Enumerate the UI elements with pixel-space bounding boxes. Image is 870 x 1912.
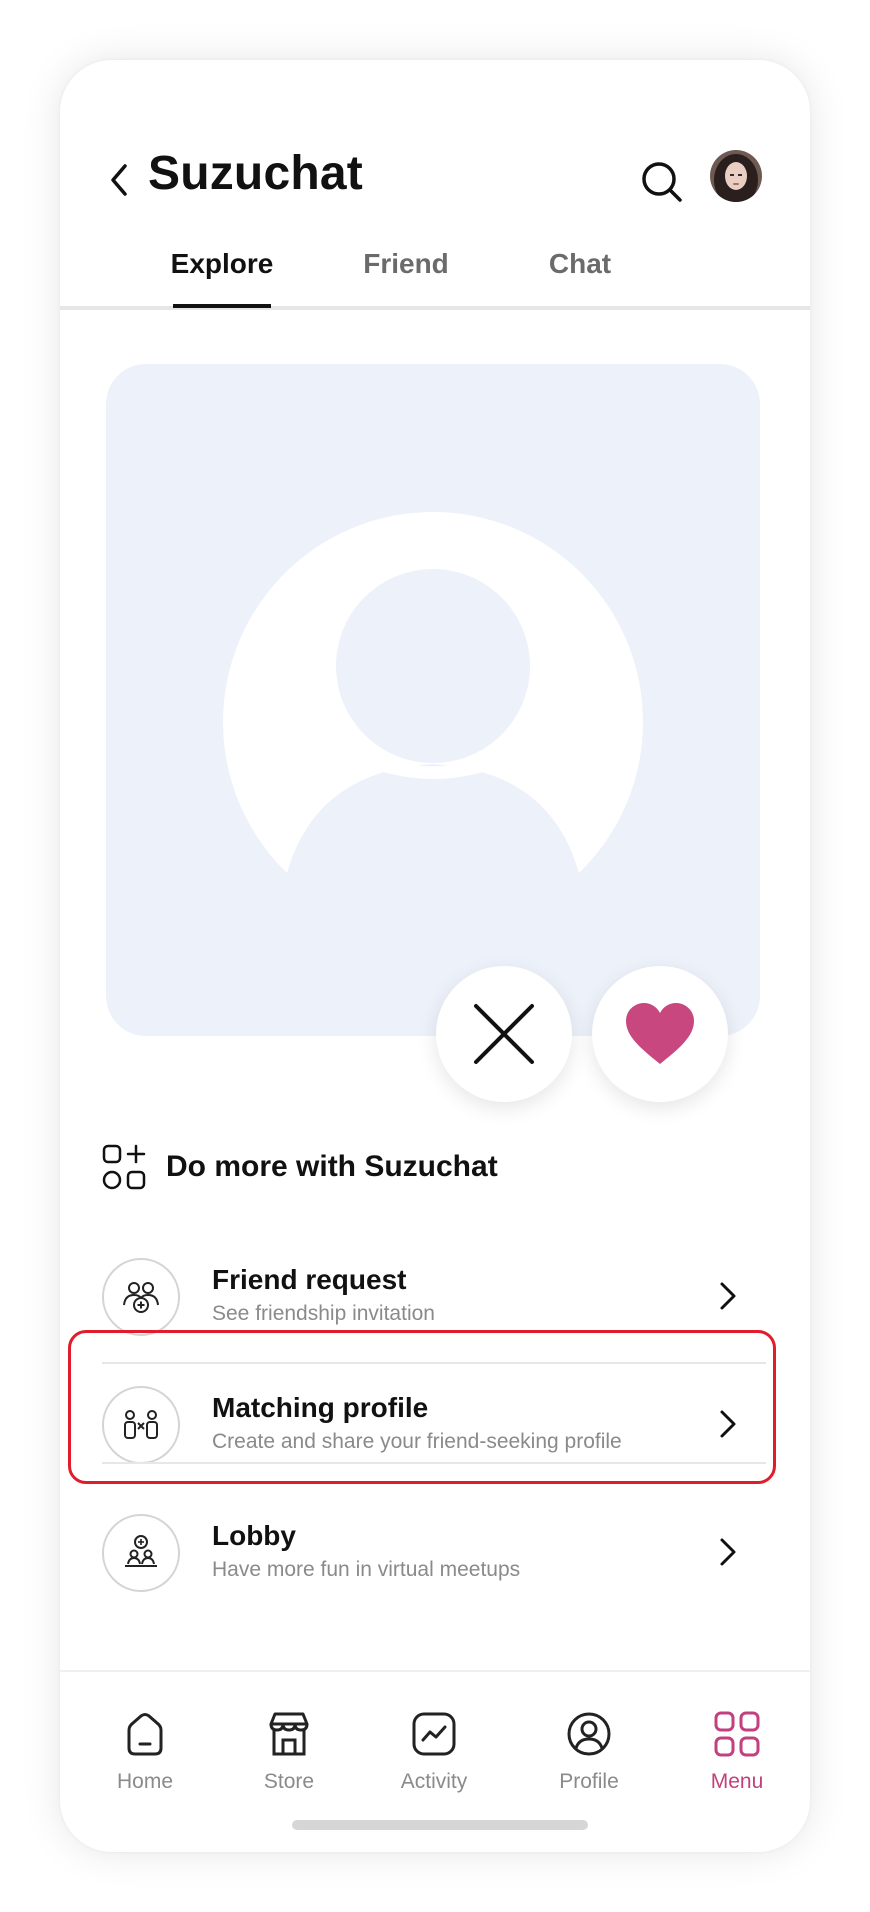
list-item-subtitle: Create and share your friend-seeking pro… [212, 1430, 622, 1453]
nav-label: Home [116, 1770, 174, 1793]
profile-icon [567, 1712, 611, 1756]
lobby-icon [102, 1514, 180, 1592]
nav-store[interactable]: Store [229, 1710, 349, 1794]
default-avatar-icon [223, 512, 643, 932]
chevron-right-icon [720, 1282, 736, 1310]
search-button[interactable] [634, 154, 690, 210]
nav-divider [60, 1670, 810, 1672]
apps-plus-icon [102, 1144, 148, 1190]
list-item-matching-profile[interactable]: Matching profile Create and share your f… [60, 1362, 810, 1490]
dislike-button[interactable] [436, 966, 572, 1102]
matching-profile-icon [102, 1386, 180, 1464]
like-button[interactable] [592, 966, 728, 1102]
tab-chat[interactable]: Chat [510, 248, 650, 280]
home-icon [127, 1713, 163, 1756]
page-title: Suzuchat [148, 147, 363, 200]
menu-grid-icon [714, 1711, 760, 1757]
chevron-left-icon [111, 164, 127, 196]
search-icon [642, 162, 682, 202]
activity-icon [412, 1712, 456, 1756]
home-indicator[interactable] [292, 1820, 588, 1830]
nav-label: Profile [559, 1770, 619, 1793]
store-icon [269, 1712, 309, 1756]
chevron-right-icon [720, 1410, 736, 1438]
close-x-icon [474, 1004, 534, 1064]
list-item-lobby[interactable]: Lobby Have more fun in virtual meetups [60, 1490, 810, 1618]
chevron-right-icon [720, 1538, 736, 1566]
active-tab-indicator [173, 304, 271, 308]
user-photo-icon [710, 150, 762, 202]
nav-menu[interactable]: Menu [677, 1710, 797, 1794]
nav-label: Activity [400, 1770, 468, 1793]
nav-profile[interactable]: Profile [529, 1710, 649, 1794]
back-button[interactable] [94, 154, 146, 206]
list-item-title: Lobby [212, 1520, 296, 1551]
list-item-friend-request[interactable]: Friend request See friendship invitation [60, 1234, 810, 1362]
phone-screen: Suzuchat Explore Friend Chat Do more wit… [60, 60, 810, 1852]
divider [102, 1462, 766, 1464]
list-item-subtitle: Have more fun in virtual meetups [212, 1558, 521, 1581]
nav-label: Store [263, 1770, 315, 1793]
profile-card[interactable] [106, 364, 760, 1036]
tab-explore[interactable]: Explore [152, 248, 292, 280]
nav-activity[interactable]: Activity [374, 1710, 494, 1794]
list-item-title: Friend request [212, 1264, 407, 1295]
do-more-heading: Do more with Suzuchat [166, 1150, 498, 1183]
list-item-subtitle: See friendship invitation [212, 1302, 435, 1325]
list-item-title: Matching profile [212, 1392, 429, 1423]
friend-request-icon [102, 1258, 180, 1336]
tab-friend[interactable]: Friend [336, 248, 476, 280]
heart-icon [626, 1003, 694, 1064]
nav-home[interactable]: Home [85, 1710, 205, 1794]
avatar[interactable] [710, 150, 762, 202]
nav-label: Menu [710, 1770, 764, 1793]
